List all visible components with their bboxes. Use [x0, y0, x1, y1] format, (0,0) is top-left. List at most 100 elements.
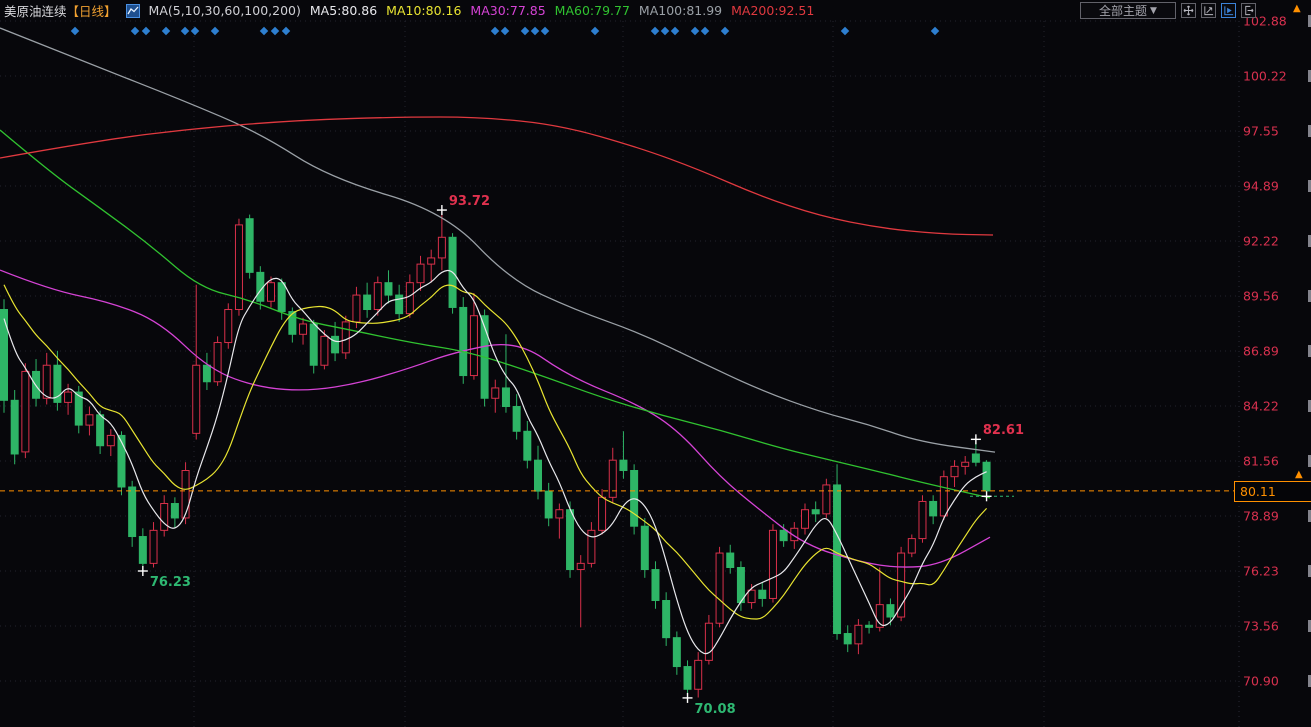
event-dot[interactable] — [162, 27, 170, 35]
candle-body — [214, 343, 221, 382]
candle-body — [246, 219, 253, 273]
candle-body — [1, 310, 8, 401]
move-chart-button[interactable] — [1181, 3, 1196, 18]
event-dot[interactable] — [142, 27, 150, 35]
event-dot[interactable] — [531, 27, 539, 35]
candle-body — [652, 570, 659, 601]
event-dot[interactable] — [841, 27, 849, 35]
event-dot[interactable] — [521, 27, 529, 35]
event-dot[interactable] — [260, 27, 268, 35]
candle-body — [567, 510, 574, 570]
header: 美原油连续【日线】 MA(5,10,30,60,100,200) MA5:80.… — [4, 0, 814, 21]
current-price-badge: 80.11 — [1234, 481, 1311, 502]
candle-body — [962, 462, 969, 466]
candle-body — [524, 431, 531, 460]
chart-canvas[interactable] — [0, 0, 1311, 727]
candle-body — [182, 470, 189, 517]
candle-body — [364, 295, 371, 309]
candle-body — [406, 283, 413, 314]
event-dot[interactable] — [931, 27, 939, 35]
event-dot[interactable] — [271, 27, 279, 35]
event-dot[interactable] — [491, 27, 499, 35]
candle-body — [940, 477, 947, 516]
event-dot[interactable] — [71, 27, 79, 35]
event-dot[interactable] — [661, 27, 669, 35]
candle-body — [577, 563, 584, 569]
candle-body — [983, 462, 990, 491]
candle-body — [780, 530, 787, 540]
event-dot[interactable] — [671, 27, 679, 35]
candle-body — [844, 634, 851, 644]
themes-dropdown[interactable]: 全部主题▼ — [1080, 2, 1176, 19]
event-dot[interactable] — [282, 27, 290, 35]
price-annotation-swing-low: 76.23 — [150, 575, 191, 590]
axis-tick-label: 84.22 — [1243, 399, 1279, 414]
axis-tick-label: 78.89 — [1243, 509, 1279, 524]
ma-settings-label: MA(5,10,30,60,100,200) — [149, 3, 301, 18]
event-dot[interactable] — [691, 27, 699, 35]
chevron-down-icon: ▼ — [1150, 6, 1157, 16]
event-dot[interactable] — [211, 27, 219, 35]
candle-body — [748, 590, 755, 602]
event-dot[interactable] — [501, 27, 509, 35]
candle-body — [86, 415, 93, 425]
candle-body — [342, 322, 349, 353]
candle-body — [823, 485, 830, 514]
event-dot[interactable] — [181, 27, 189, 35]
candle-body — [43, 365, 50, 398]
candle-body — [460, 307, 467, 375]
candle-body — [620, 460, 627, 470]
candle-body — [727, 553, 734, 567]
ma-line-ma200 — [0, 117, 993, 235]
candle-body — [139, 537, 146, 564]
ma10-value: MA10:80.16 — [386, 3, 461, 18]
candle-body — [150, 530, 157, 563]
candle-body — [385, 283, 392, 295]
candle-body — [930, 501, 937, 515]
event-dot[interactable] — [591, 27, 599, 35]
candle-body — [300, 324, 307, 334]
corner-up-arrow-icon[interactable]: ▲ — [1293, 4, 1301, 14]
price-annotation-swing-low: 70.08 — [695, 702, 736, 717]
event-dot[interactable] — [191, 27, 199, 35]
candle-body — [898, 553, 905, 617]
candle-body — [802, 510, 809, 529]
ma100-value: MA100:81.99 — [639, 3, 722, 18]
price-annotation-swing-high: 93.72 — [449, 194, 490, 209]
candle-body — [513, 407, 520, 432]
candle-body — [438, 237, 445, 258]
price-up-arrow-icon: ▲ — [1295, 470, 1303, 480]
event-dot[interactable] — [651, 27, 659, 35]
candle-body — [321, 336, 328, 365]
chart-type-icon[interactable] — [126, 4, 140, 18]
candle-body — [812, 510, 819, 514]
candle-body — [225, 310, 232, 343]
candle-body — [641, 526, 648, 569]
candle-body — [22, 371, 29, 451]
event-dot[interactable] — [541, 27, 549, 35]
event-dot[interactable] — [131, 27, 139, 35]
candle-body — [107, 435, 114, 445]
event-dot[interactable] — [721, 27, 729, 35]
candle-body — [663, 601, 670, 638]
candle-body — [695, 660, 702, 689]
move-cross-icon — [1183, 5, 1194, 16]
candle-body — [310, 324, 317, 365]
axis-scale-button[interactable] — [1201, 3, 1216, 18]
candle-body — [866, 625, 873, 627]
candle-body — [834, 485, 841, 634]
candle-body — [268, 283, 275, 302]
candle-body — [97, 415, 104, 446]
axis-tick-label: 70.90 — [1243, 674, 1279, 689]
candle-body — [887, 605, 894, 617]
event-dot[interactable] — [701, 27, 709, 35]
candle-body — [705, 623, 712, 660]
crosshair-mode-button[interactable] — [1221, 3, 1236, 18]
candle-body — [673, 638, 680, 667]
axis-tick-label: 97.55 — [1243, 124, 1279, 139]
pan-right-button[interactable] — [1241, 3, 1256, 18]
axis-tick-label: 94.89 — [1243, 179, 1279, 194]
candle-body — [492, 388, 499, 398]
axis-scale-icon — [1203, 5, 1214, 16]
candle-body — [470, 316, 477, 376]
